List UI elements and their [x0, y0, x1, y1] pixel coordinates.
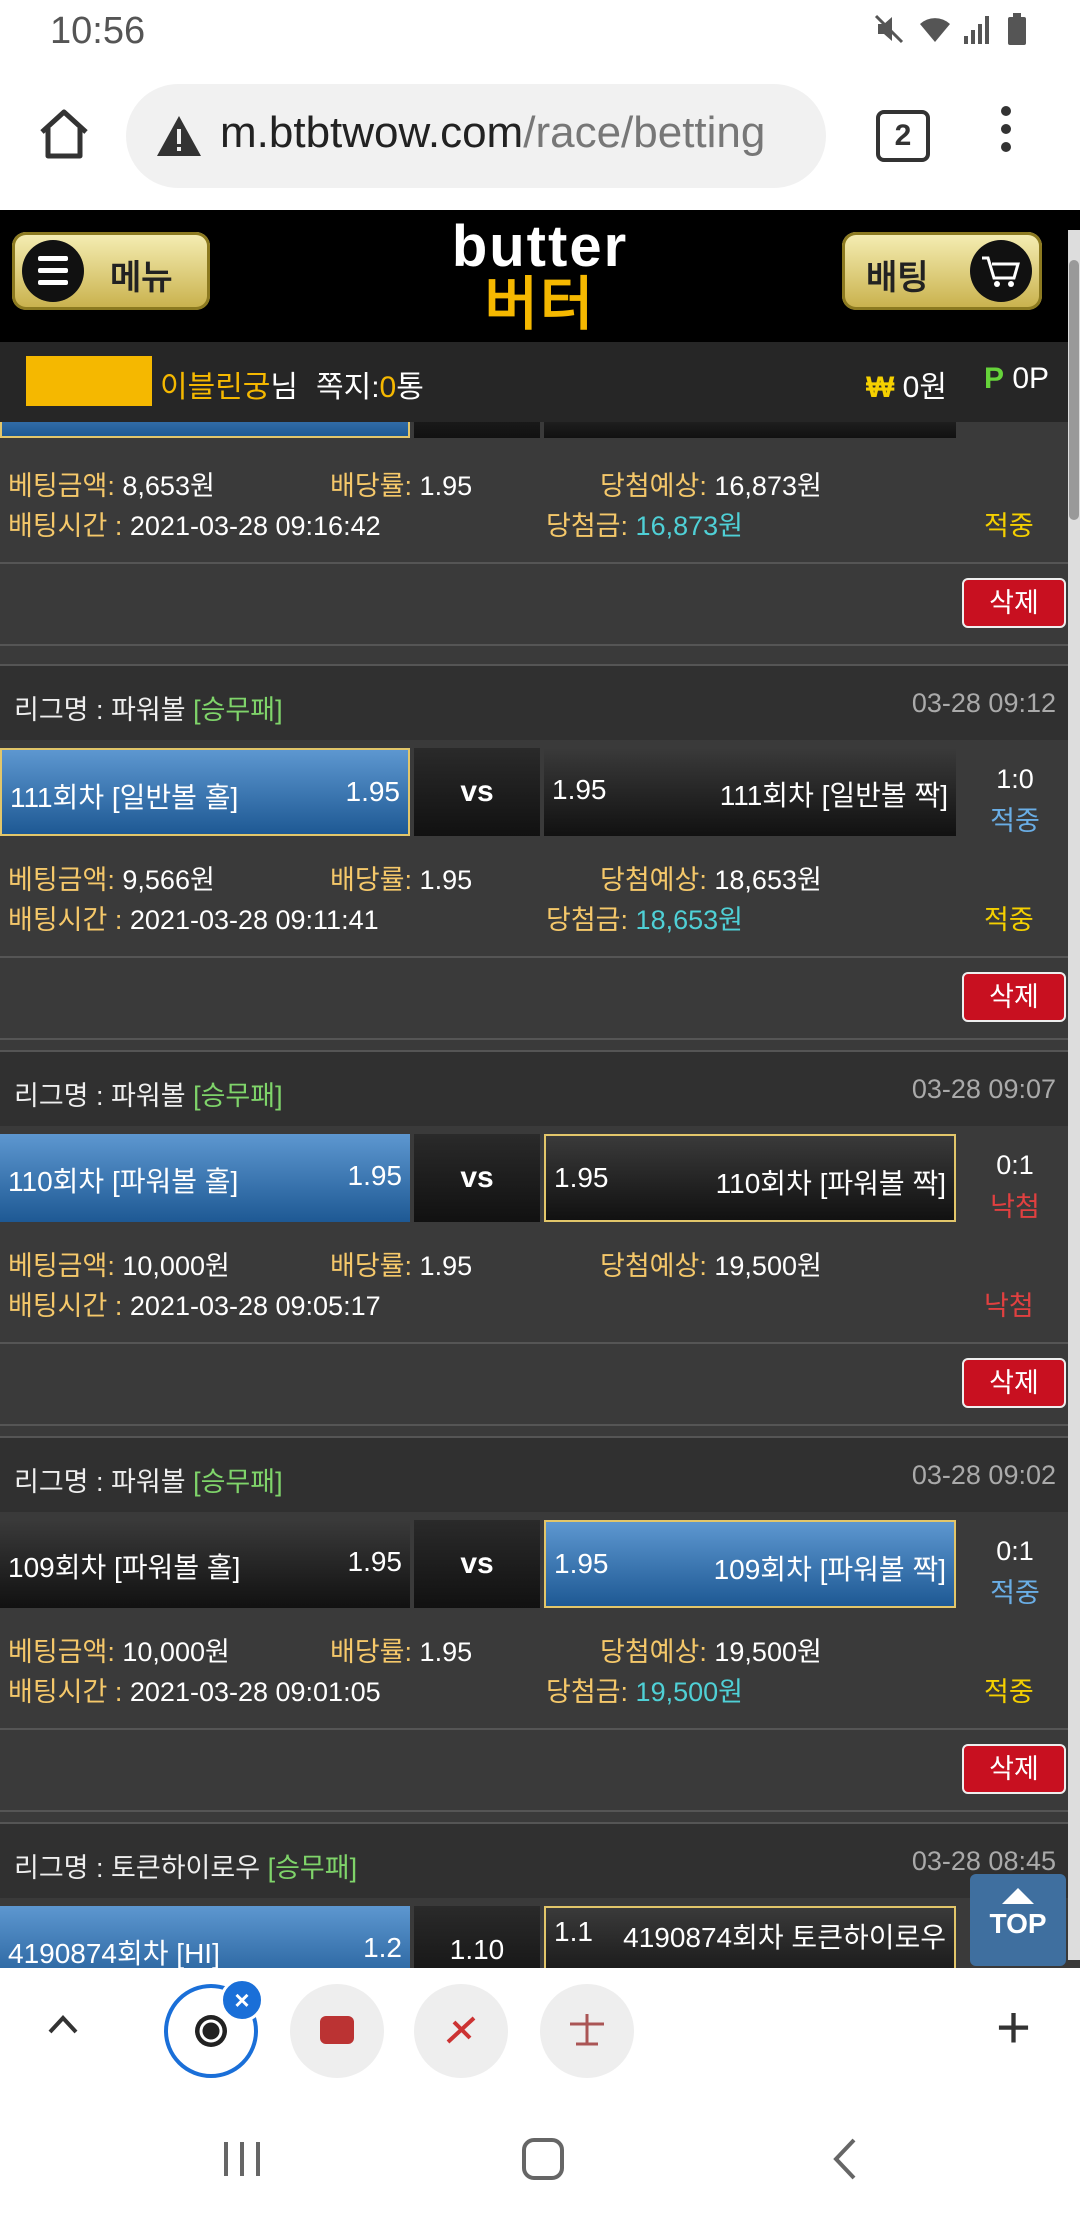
signal-icon — [962, 12, 992, 46]
close-icon[interactable]: × — [220, 1978, 264, 2022]
bet-item: 리그명 : 파워볼 [승무패] 03-28 09:07 110회차 [파워볼 홀… — [0, 1050, 1068, 1426]
match-row: 4190874회차 [HI] 1.2 1.10 1.1 4190874회차 토큰하이… — [0, 1898, 1068, 1968]
match-row: 109회차 [파워볼 홀] 1.95 vs 1.95 109회차 [파워볼 짝] 0… — [0, 1512, 1068, 1608]
balance[interactable]: ₩ 0원 — [866, 362, 947, 406]
home-pick[interactable]: 109회차 [파워볼 홀] 1.95 — [0, 1520, 410, 1608]
delete-button[interactable]: 삭제 — [962, 972, 1066, 1022]
delete-button[interactable]: 삭제 — [962, 578, 1066, 628]
bet-info: 베팅금액: 10,000원 배당률: 1.95 당첨예상: 19,500원 배팅… — [0, 1608, 1068, 1730]
result-status: 적중 — [984, 905, 1034, 935]
arrow-up-icon — [1002, 1888, 1034, 1904]
system-navigation-bar — [0, 2094, 1080, 2220]
match-row: 110회차 [파워볼 홀] 1.95 vs 1.95 110회차 [파워볼 짝] 0… — [0, 1126, 1068, 1222]
away-pick[interactable]: 1.95 111회차 [일반볼 짝] — [544, 748, 956, 836]
away-pick[interactable]: 1.95 109회차 [파워볼 짝] — [544, 1520, 956, 1608]
betting-cart-button[interactable]: 배팅 — [842, 232, 1042, 310]
warning-icon[interactable] — [154, 112, 204, 162]
result-status: 적중 — [984, 511, 1034, 541]
home-pick[interactable]: 111회차 [일반볼 홀] 1.95 — [0, 748, 410, 836]
status-time: 10:56 — [50, 10, 146, 52]
tab-switcher-button[interactable]: 2 — [876, 110, 930, 162]
status-icons — [874, 12, 1036, 46]
user-level-badge — [26, 356, 152, 406]
address-bar[interactable]: m.btbtwow.com/race/betting — [126, 84, 826, 188]
home-icon[interactable] — [34, 104, 94, 164]
won-icon: ₩ — [866, 371, 895, 404]
home-nav-icon[interactable] — [518, 2134, 568, 2184]
away-pick[interactable]: 1.95 110회차 [파워볼 짝] — [544, 1134, 956, 1222]
app-icon — [446, 2016, 476, 2044]
globe-extension-button[interactable]: × — [164, 1978, 264, 2078]
home-pick[interactable]: 110회차 [파워볼 홀] 1.95 — [0, 1134, 410, 1222]
points-icon: P — [984, 362, 1005, 395]
messages-link[interactable]: 쪽지:0통 — [316, 362, 424, 406]
points[interactable]: P 0P — [984, 362, 1049, 396]
league-header: 리그명 : 파워볼 [승무패] 03-28 09:02 — [0, 1436, 1068, 1512]
menu-label: 메뉴 — [110, 259, 173, 297]
page-scrollbar[interactable] — [1068, 230, 1080, 1960]
mute-icon — [874, 12, 904, 46]
match-score: 1:0 적중 — [990, 764, 1040, 836]
battery-icon — [1006, 12, 1036, 46]
bet-item: 적중 베팅금액: 8,653원 배당률: 1.95 당첨예상: 16,873원 … — [0, 422, 1068, 646]
vs-label: vs — [414, 1520, 540, 1608]
away-pick[interactable]: 1.1 4190874회차 토큰하이로우 — [544, 1906, 956, 1968]
site-logo[interactable]: butter 버터 — [420, 218, 660, 336]
match-time: 03-28 08:45 — [911, 1846, 1056, 1876]
username[interactable]: 이블린궁님 — [160, 362, 298, 406]
app-icon — [320, 2016, 354, 2044]
scroll-to-top-button[interactable]: TOP — [970, 1874, 1066, 1966]
extension-button-3[interactable] — [540, 1984, 634, 2078]
bet-info: 베팅금액: 9,566원 배당률: 1.95 당첨예상: 18,653원 배팅시… — [0, 836, 1068, 958]
result-status: 적중 — [984, 1677, 1034, 1707]
vs-label: vs — [414, 748, 540, 836]
match-row: 111회차 [일반볼 홀] 1.95 vs 1.95 111회차 [일반볼 짝] 1… — [0, 740, 1068, 836]
delete-button[interactable]: 삭제 — [962, 1744, 1066, 1794]
match-time: 03-28 09:02 — [911, 1460, 1056, 1490]
list-icon — [22, 240, 84, 302]
url-text[interactable]: m.btbtwow.com/race/betting — [220, 108, 765, 158]
betting-history-list: 적중 베팅금액: 8,653원 배당률: 1.95 당첨예상: 16,873원 … — [0, 422, 1068, 1968]
extension-button-2[interactable] — [414, 1984, 508, 2078]
cart-icon — [970, 240, 1032, 302]
vs-odds: 1.10 — [414, 1906, 540, 1968]
league-header: 리그명 : 파워볼 [승무패] 03-28 09:07 — [0, 1050, 1068, 1126]
match-time: 03-28 09:07 — [911, 1074, 1056, 1104]
browser-bottom-toolbar: × + — [0, 1968, 1080, 2096]
recent-apps-icon[interactable] — [218, 2134, 268, 2184]
match-time: 03-28 09:12 — [911, 688, 1056, 718]
scale-icon — [570, 2014, 604, 2046]
more-options-icon[interactable] — [996, 106, 1016, 166]
bet-info: 베팅금액: 10,000원 배당률: 1.95 당첨예상: 19,500원 배팅… — [0, 1222, 1068, 1344]
browser-toolbar: m.btbtwow.com/race/betting 2 — [0, 62, 1080, 210]
status-bar: 10:56 — [0, 0, 1080, 62]
wifi-icon — [918, 12, 950, 46]
delete-button[interactable]: 삭제 — [962, 1358, 1066, 1408]
add-icon[interactable]: + — [996, 1998, 1031, 2058]
extension-button-1[interactable] — [290, 1984, 384, 2078]
chevron-up-icon[interactable] — [46, 2008, 80, 2042]
bet-item: 리그명 : 토큰하이로우 [승무패] 03-28 08:45 4190874회차… — [0, 1822, 1068, 1968]
match-score: 0:1 적중 — [990, 1536, 1040, 1608]
bet-item: 리그명 : 파워볼 [승무패] 03-28 09:12 111회차 [일반볼 홀… — [0, 664, 1068, 1040]
bet-item: 리그명 : 파워볼 [승무패] 03-28 09:02 109회차 [파워볼 홀… — [0, 1436, 1068, 1812]
menu-button[interactable]: 메뉴 — [12, 232, 210, 310]
bet-info: 베팅금액: 8,653원 배당률: 1.95 당첨예상: 16,873원 배팅시… — [0, 442, 1068, 564]
home-pick[interactable]: 4190874회차 [HI] 1.2 — [0, 1906, 410, 1968]
vs-label: vs — [414, 1134, 540, 1222]
result-status: 낙첨 — [984, 1291, 1034, 1321]
match-score: 0:1 낙첨 — [990, 1150, 1040, 1222]
site-header: 메뉴 butter 버터 배팅 — [0, 210, 1080, 342]
user-info-bar: 이블린궁님 쪽지:0통 ₩ 0원 P 0P — [0, 342, 1080, 422]
bet-label: 배팅 — [866, 259, 929, 297]
back-icon[interactable] — [822, 2134, 872, 2184]
league-header: 리그명 : 토큰하이로우 [승무패] 03-28 08:45 — [0, 1822, 1068, 1898]
league-header: 리그명 : 파워볼 [승무패] 03-28 09:12 — [0, 664, 1068, 740]
